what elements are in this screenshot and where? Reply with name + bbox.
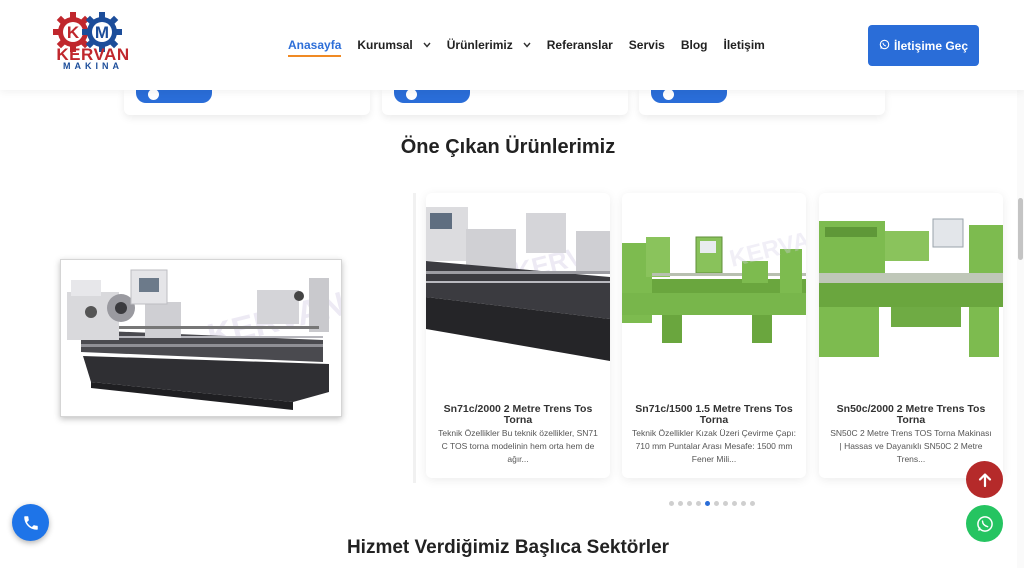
card-button[interactable] — [394, 88, 470, 103]
product-card[interactable]: KERVAN Sn71c/2000 2 Metre Trens Tos Torn… — [426, 193, 610, 478]
phone-icon — [23, 515, 38, 530]
carousel-dot[interactable] — [687, 501, 692, 506]
product-title[interactable]: Sn50c/2000 2 Metre Trens Tos Torna — [827, 404, 995, 426]
carousel-dot[interactable] — [750, 501, 755, 506]
carousel-pagination — [669, 501, 755, 506]
carousel-dot[interactable] — [705, 501, 710, 506]
carousel-dot[interactable] — [732, 501, 737, 506]
previous-card — [382, 88, 628, 115]
product-card[interactable]: KERVAN Sn71c/1500 1.5 Metre Trens Tos To… — [622, 193, 806, 478]
sectors-section-title: Hizmet Verdiğimiz Başlıca Sektörler — [346, 537, 670, 558]
chevron-down-icon — [423, 40, 431, 50]
product-description: Teknik Özellikler Kızak Üzeri Çevirme Ça… — [632, 428, 796, 464]
product-card[interactable]: Sn50c/2000 2 Metre Trens Tos Torna SN50C… — [819, 193, 1003, 478]
nav-item-blog[interactable]: Blog — [681, 38, 708, 52]
logo-subtitle: MAKINA — [63, 61, 123, 71]
cta-label: İletişime Geç — [893, 38, 969, 53]
scrollbar-thumb[interactable] — [1018, 198, 1023, 260]
carousel-dot[interactable] — [714, 501, 719, 506]
nav-item-label: Ürünlerimiz — [446, 38, 513, 52]
lathe-machine-image: KERVAN — [61, 260, 349, 416]
product-title[interactable]: Sn71c/1500 1.5 Metre Trens Tos Torna — [630, 404, 798, 426]
whatsapp-button[interactable] — [966, 505, 1003, 542]
featured-section-title: Öne Çıkan Ürünlerimiz — [400, 136, 616, 158]
featured-product-image[interactable]: KERVAN — [60, 259, 349, 417]
nav-item-kurumsal[interactable]: Kurumsal — [357, 38, 431, 52]
nav-item-label: Blog — [680, 38, 708, 52]
nav-item-label: Servis — [628, 38, 665, 52]
call-button[interactable] — [12, 504, 49, 541]
main-nav: Anasayfa Kurumsal Ürünlerimiz Referansla… — [288, 38, 781, 57]
nav-item-referanslar[interactable]: Referanslar — [547, 38, 613, 52]
carousel-dot[interactable] — [678, 501, 683, 506]
carousel-dot[interactable] — [696, 501, 701, 506]
card-button[interactable] — [136, 88, 212, 103]
nav-item-servis[interactable]: Servis — [629, 38, 665, 52]
whatsapp-icon — [976, 515, 993, 532]
lathe-machine-image — [819, 201, 1003, 381]
carousel-dot[interactable] — [723, 501, 728, 506]
carousel-dot[interactable] — [669, 501, 674, 506]
nav-item-label: Kurumsal — [357, 38, 413, 52]
chevron-down-icon — [523, 40, 531, 50]
nav-item-label: Anasayfa — [288, 38, 342, 52]
product-description: SN50C 2 Metre Trens TOS Torna Makinası |… — [830, 428, 992, 464]
lathe-machine-image: KERVAN — [622, 201, 806, 381]
svg-text:K: K — [67, 23, 80, 42]
site-header: K M KERVAN MAKINA Anasayfa Kurumsal Ürün… — [0, 0, 1024, 90]
arrow-up-icon — [978, 472, 991, 487]
lathe-machine-image: KERVAN — [426, 201, 610, 381]
scroll-top-button[interactable] — [966, 461, 1003, 498]
nav-item-anasayfa[interactable]: Anasayfa — [288, 38, 342, 57]
product-title[interactable]: Sn71c/2000 2 Metre Trens Tos Torna — [434, 404, 602, 426]
product-description: Teknik Özellikler Bu teknik özellikler, … — [438, 428, 598, 464]
previous-card — [639, 88, 885, 115]
previous-card — [124, 88, 370, 115]
nav-item-urunlerimiz[interactable]: Ürünlerimiz — [447, 38, 531, 52]
nav-item-label: İletişim — [723, 38, 765, 52]
nav-item-label: Referanslar — [546, 38, 613, 52]
card-button[interactable] — [651, 88, 727, 103]
contact-cta-button[interactable]: İletişime Geç — [868, 25, 979, 66]
whatsapp-icon — [879, 39, 890, 53]
carousel-dot[interactable] — [741, 501, 746, 506]
nav-item-iletisim[interactable]: İletişim — [724, 38, 765, 52]
svg-text:M: M — [95, 23, 109, 42]
carousel-edge — [413, 193, 416, 483]
